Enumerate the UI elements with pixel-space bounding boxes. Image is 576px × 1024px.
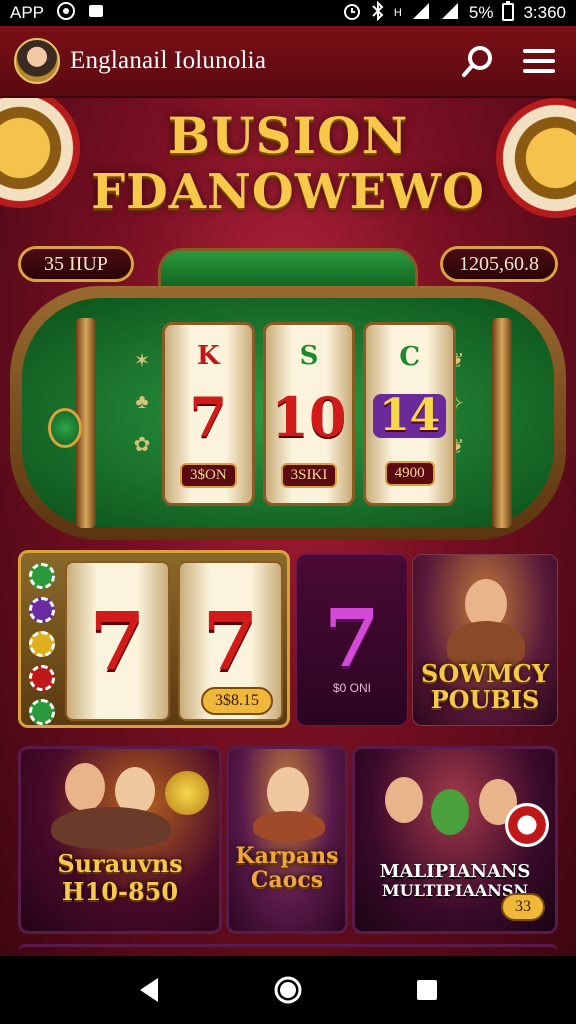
character-portrait	[267, 767, 309, 817]
back-icon	[140, 978, 159, 1002]
status-time: 3:360	[523, 3, 566, 22]
reel-value: 3$ON	[180, 462, 237, 488]
network-icon: H	[393, 6, 402, 19]
machine-body: ✶ ♣ ✿ ❦ ✧ ❦ K 7 3$ON S	[10, 286, 566, 540]
system-nav-bar	[0, 956, 576, 1024]
reel-2: S 10 3SIKI	[262, 322, 356, 506]
avatar[interactable]	[14, 38, 60, 84]
tile-caption: $0 ONI	[332, 681, 371, 695]
seven-symbol: 7	[324, 591, 380, 685]
clover-icon: ♣	[135, 391, 149, 413]
notification-icon	[88, 3, 104, 23]
character-portrait	[65, 763, 105, 811]
reel-symbol-top: K	[197, 340, 220, 371]
bluetooth-icon	[371, 0, 385, 25]
side-symbols-left: ✶ ♣ ✿	[122, 348, 162, 457]
recents-button[interactable]	[403, 966, 451, 1014]
home-icon	[274, 976, 302, 1004]
tile-title-line2: POUBIS	[430, 685, 540, 714]
roulette-chip-icon	[505, 803, 549, 847]
tile-title-line1: Surauvns	[57, 849, 183, 878]
wifi-icon	[411, 2, 431, 24]
gold-coin-icon	[165, 771, 209, 815]
chip-icon	[29, 631, 55, 657]
reel-symbol-big: 14	[373, 394, 447, 439]
recents-icon	[416, 980, 437, 1000]
reel-value: 4900	[384, 460, 435, 486]
reel-symbol-top: C	[399, 342, 421, 373]
app-bar: Englanail Iolunolia	[0, 26, 576, 98]
reel-1: K 7 3$ON	[162, 322, 255, 506]
reel-symbol-top: S	[299, 340, 319, 371]
featured-slot-machine[interactable]: ✶ ♣ ✿ ❦ ✧ ❦ K 7 3$ON S	[10, 248, 566, 540]
reel-symbol-big: 7	[189, 384, 228, 449]
app-title: Englanail Iolunolia	[70, 47, 267, 74]
tile-title-line1: SOWMCY	[421, 659, 549, 688]
status-bar: APP H 5% 3:360	[0, 0, 576, 26]
balance-pill[interactable]: 1205,60.8	[440, 246, 558, 282]
main-content: BUSION FDANOWEWO ✶ ♣ ✿ ❦ ✧ ❦	[0, 98, 576, 956]
machine-knob[interactable]	[48, 408, 82, 448]
flower-icon: ✿	[133, 434, 151, 456]
chip-icon	[29, 665, 55, 691]
battery-icon	[502, 1, 515, 25]
reel-symbol-big: 10	[271, 384, 347, 449]
machine-post	[492, 318, 512, 528]
game-tile-multiplayer[interactable]: MALIPIANANS MULTIPIAANSN 33	[352, 746, 558, 934]
chip-icon	[29, 597, 55, 623]
reel-3: C 14 4900	[363, 322, 457, 506]
character-body	[253, 811, 325, 841]
tile-title-line1: MALIPIANANS	[379, 861, 531, 882]
chip-icon	[29, 563, 55, 589]
game-tile-seven[interactable]: 7 $0 ONI	[296, 554, 408, 726]
machine-felt: ✶ ♣ ✿ ❦ ✧ ❦ K 7 3$ON S	[22, 298, 554, 528]
next-row-tiles	[18, 944, 558, 956]
chrome-icon	[56, 1, 76, 25]
character-portrait	[385, 777, 423, 823]
alarm-icon	[342, 1, 362, 25]
menu-button[interactable]	[516, 38, 562, 84]
tile-value: 33	[501, 893, 545, 921]
reel-value: 3SIKI	[280, 462, 338, 488]
status-app-label: APP	[10, 3, 45, 22]
star-icon: ✶	[133, 350, 151, 372]
tile-title-line2: H10-850	[61, 877, 179, 906]
battery-percent: 5%	[468, 3, 494, 22]
hero-title-line2: FDANOWEWO	[91, 164, 485, 220]
tile-value: 3$8.15	[201, 687, 273, 715]
chip-icon	[29, 699, 55, 725]
mini-reel-symbol: 7	[65, 561, 170, 721]
chip-stack	[29, 563, 55, 725]
search-icon	[462, 46, 492, 77]
hero-title-line1: BUSION	[167, 106, 409, 165]
home-button[interactable]	[264, 966, 312, 1014]
reels: K 7 3$ON S 10 3SIKI C 14 4900	[162, 322, 457, 506]
signal-icon	[440, 2, 460, 24]
character-portrait	[431, 789, 469, 835]
tile-title-line2: Caocs	[250, 867, 324, 893]
game-tile-sowmcy[interactable]: SOWMCY POUBIS	[412, 554, 558, 726]
game-tile-slot[interactable]: 7 7 3$8.15	[18, 550, 290, 728]
search-button[interactable]	[456, 38, 502, 84]
game-tile-karpans[interactable]: Karpans Caocs	[226, 746, 348, 934]
tile-title-line1: Karpans	[235, 843, 339, 869]
game-tile-survivors[interactable]: Surauvns H10-850	[18, 746, 222, 934]
bet-pill[interactable]: 35 IIUP	[18, 246, 134, 282]
back-button[interactable]	[125, 966, 173, 1014]
menu-icon	[523, 49, 555, 73]
character-body	[51, 807, 171, 849]
